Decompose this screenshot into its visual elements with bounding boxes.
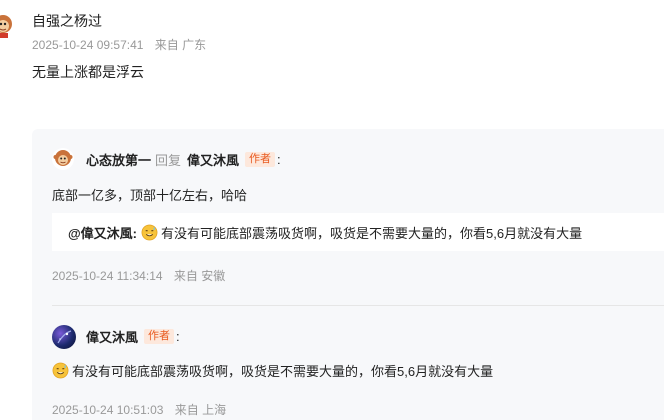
main-username[interactable]: 自强之杨过: [32, 11, 102, 31]
monkey-avatar-icon[interactable]: [0, 12, 16, 38]
reply-location: 来自 上海: [174, 403, 227, 417]
galaxy-avatar-icon[interactable]: [52, 325, 76, 349]
reply-timestamp: 2025-10-24 10:51:03: [52, 403, 164, 417]
reply-target-user[interactable]: 偉又沐風: [187, 150, 239, 169]
quoted-comment[interactable]: @偉又沐風: 有没有可能底部震荡吸货啊，吸货是不需要大量的，你看5,6月就没有大…: [52, 213, 664, 251]
reply-colon: :: [277, 151, 281, 167]
reply-panel: 心态放第一 回复 偉又沐風 作者 : 底部一亿多，顶部十亿左右，哈哈 @偉又沐風…: [32, 129, 664, 420]
reply-divider: [52, 305, 664, 306]
sweat-smile-emoji-icon: [52, 362, 69, 379]
main-comment-text: 无量上涨都是浮云: [32, 64, 144, 80]
reply-text: 有没有可能底部震荡吸货啊，吸货是不需要大量的，你看5,6月就没有大量: [72, 364, 494, 379]
reply-colon: :: [176, 328, 180, 344]
reply-location: 来自 安徽: [173, 269, 226, 283]
reply-username[interactable]: 偉又沐風: [86, 327, 138, 346]
reply-text-row: 有没有可能底部震荡吸货啊，吸货是不需要大量的，你看5,6月就没有大量: [52, 361, 493, 380]
quoted-user[interactable]: @偉又沐風:: [68, 223, 137, 242]
reply-header: 心态放第一 回复 偉又沐風 作者 :: [86, 148, 281, 170]
main-location: 来自 广东: [154, 38, 207, 52]
reply-meta: 2025-10-24 11:34:14 来自 安徽: [52, 267, 225, 284]
quoted-text: 有没有可能底部震荡吸货啊，吸货是不需要大量的，你看5,6月就没有大量: [161, 225, 583, 241]
main-meta: 2025-10-24 09:57:41 来自 广东: [32, 36, 206, 53]
reply-timestamp: 2025-10-24 11:34:14: [52, 269, 163, 283]
reply-meta: 2025-10-24 10:51:03 来自 上海: [52, 401, 226, 418]
reply-text: 底部一亿多，顶部十亿左右，哈哈: [52, 188, 248, 203]
reply-username[interactable]: 心态放第一: [86, 150, 151, 169]
author-badge: 作者: [245, 151, 276, 167]
author-badge: 作者: [144, 328, 175, 344]
main-timestamp: 2025-10-24 09:57:41: [32, 38, 144, 52]
reply-header: 偉又沐風 作者 :: [86, 325, 180, 347]
monkey-avatar-icon[interactable]: [52, 148, 74, 170]
reply-verb: 回复: [155, 152, 182, 168]
sweat-smile-emoji-icon: [141, 224, 158, 240]
